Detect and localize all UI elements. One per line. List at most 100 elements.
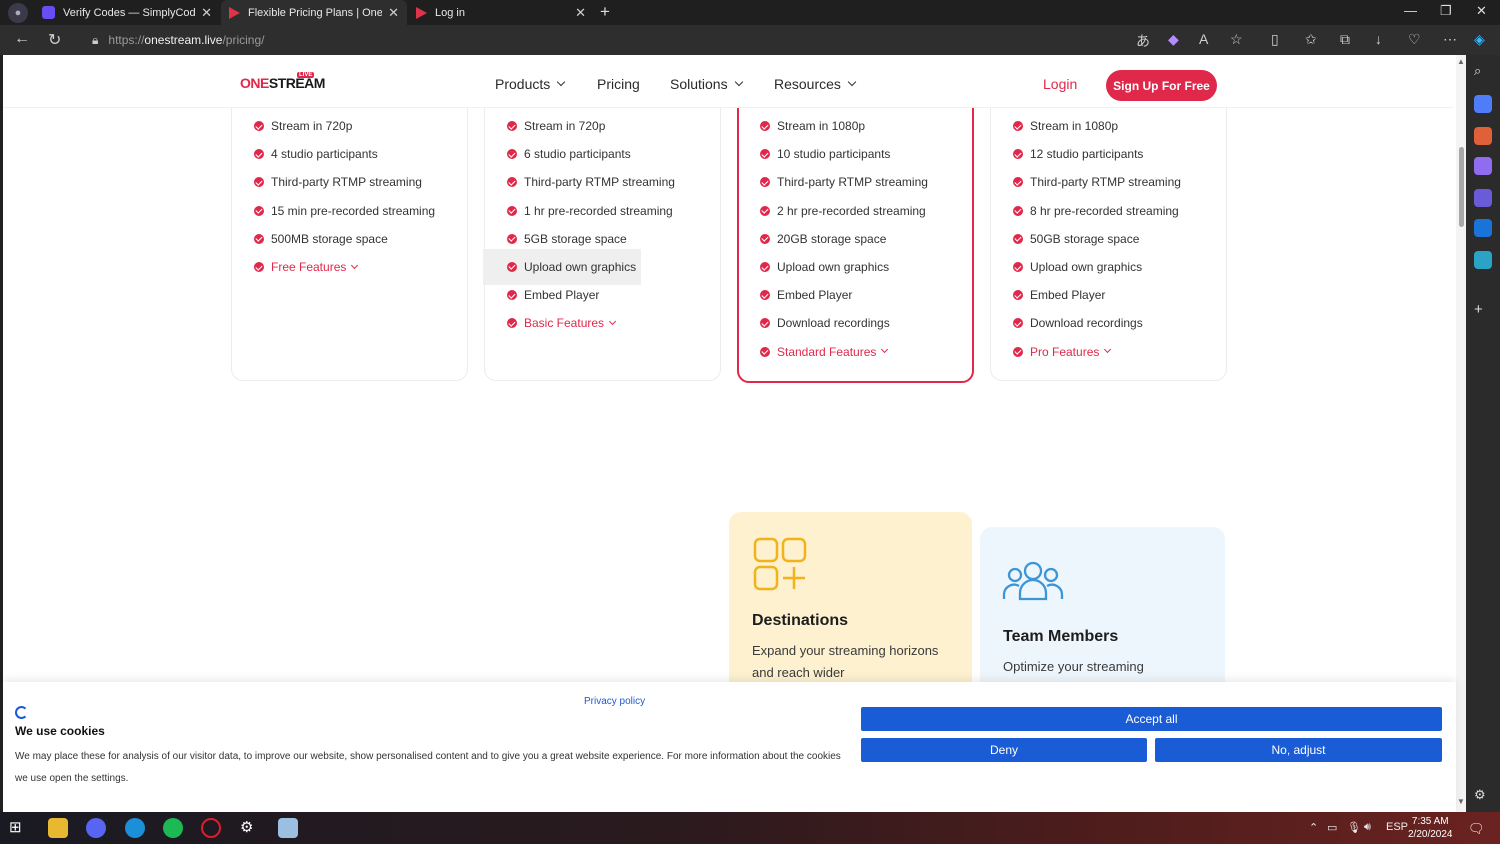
network-icon[interactable]: ▭ (1327, 821, 1337, 834)
nav-solutions[interactable]: Solutions (670, 76, 743, 92)
check-circle-icon (254, 121, 264, 132)
privacy-policy-link[interactable]: Privacy policy (584, 696, 645, 707)
restore-icon[interactable]: ❐ (1440, 3, 1452, 19)
favorite-star-icon[interactable]: ☆ (1230, 31, 1243, 48)
plan-feature-item: 10 studio participants (760, 140, 928, 168)
clock[interactable]: 7:35 AM 2/20/2024 (1408, 815, 1453, 841)
notifications-icon[interactable]: 🗨︎ (1468, 821, 1485, 837)
pricing-plan-card: Stream in 1080p 12 studio participants Thi… (990, 75, 1227, 381)
onestream-logo[interactable]: ONESTREAM LIVE (240, 72, 325, 99)
settings-icon[interactable]: ⚙ (240, 818, 260, 838)
plan-feature-item: Stream in 720p (254, 112, 435, 140)
plan-feature-item: Embed Player (1013, 281, 1181, 309)
profile-icon[interactable]: ● (8, 3, 28, 23)
sign-up-button[interactable]: Sign Up For Free (1106, 70, 1217, 101)
discord-icon[interactable] (86, 818, 106, 838)
browser-essentials-icon[interactable]: ♡ (1408, 31, 1421, 48)
plan-feature-item: Download recordings (760, 309, 928, 337)
tab-onestream-pricing[interactable]: Flexible Pricing Plans | OneStream ✕ (221, 0, 407, 25)
windows-start-icon[interactable]: ⊞ (9, 818, 29, 838)
check-circle-icon (1013, 346, 1023, 357)
close-tab-icon[interactable]: ✕ (575, 5, 586, 21)
plan-features-toggle[interactable]: Pro Features (1013, 338, 1181, 366)
games-icon[interactable] (1474, 157, 1492, 175)
plan-feature-item: 500MB storage space (254, 225, 435, 253)
more-menu-icon[interactable]: ⋯ (1443, 31, 1457, 48)
sidebar-settings-icon[interactable]: ⚙ (1474, 787, 1492, 805)
check-circle-icon (760, 318, 770, 329)
new-tab-button[interactable]: + (600, 2, 610, 22)
tools-icon[interactable] (1474, 127, 1492, 145)
nav-products[interactable]: Products (495, 76, 566, 92)
plan-feature-item: Embed Player (760, 281, 928, 309)
plan-feature-item: Upload own graphics (760, 253, 928, 281)
check-circle-icon (507, 121, 517, 132)
plan-features-toggle[interactable]: Basic Features (507, 309, 675, 337)
address-bar[interactable]: 🔒︎ https:// onestream.live /pricing/ (80, 28, 1260, 52)
nav-pricing[interactable]: Pricing (597, 76, 640, 92)
split-screen-icon[interactable]: ▯ (1271, 31, 1279, 48)
plan-feature-item: 15 min pre-recorded streaming (254, 197, 435, 225)
edge-icon[interactable] (125, 818, 145, 838)
plan-feature-item: Download recordings (1013, 309, 1181, 337)
read-aloud-icon[interactable]: A (1199, 31, 1208, 47)
check-circle-icon (760, 290, 770, 301)
page-scrollbar[interactable]: ▲ ▼ (1456, 55, 1466, 812)
check-circle-icon (760, 121, 770, 132)
check-circle-icon (254, 205, 264, 216)
adjust-button[interactable]: No, adjust (1155, 738, 1442, 762)
login-link[interactable]: Login (1043, 76, 1077, 92)
back-icon[interactable]: ← (14, 30, 30, 48)
volume-icon[interactable]: 🔊︎ (1364, 821, 1371, 834)
tab-login[interactable]: Log in ✕ (408, 0, 594, 25)
tray-overflow-icon[interactable]: ⌃ (1309, 821, 1318, 834)
check-circle-icon (507, 261, 517, 272)
scroll-down-icon[interactable]: ▼ (1457, 797, 1465, 806)
add-sidebar-app-icon[interactable]: + (1474, 301, 1492, 319)
downloads-icon[interactable]: ↓ (1375, 31, 1382, 47)
copilot-sidebar-icon[interactable] (1474, 189, 1492, 207)
plan-feature-item: Embed Player (507, 281, 675, 309)
edge-sidebar: ⌕ + ⚙ (1466, 55, 1500, 812)
collections-icon[interactable]: ⧉ (1340, 31, 1350, 48)
microphone-icon[interactable]: 🎙︎ (1347, 821, 1361, 834)
check-circle-icon (760, 233, 770, 244)
refresh-icon[interactable]: ↻ (48, 30, 61, 50)
scroll-up-icon[interactable]: ▲ (1457, 57, 1465, 66)
minimize-icon[interactable]: — (1404, 3, 1417, 18)
opera-icon[interactable] (201, 818, 221, 838)
team-members-title: Team Members (1003, 628, 1119, 645)
coupon-extension-icon[interactable]: ◆ (1168, 31, 1179, 48)
file-explorer-icon[interactable] (48, 818, 68, 838)
deny-button[interactable]: Deny (861, 738, 1147, 762)
pricing-plan-card: Stream in 1080p 10 studio participants Thi… (737, 74, 974, 383)
chevron-down-icon (609, 317, 617, 325)
browser-toolbar: ← ↻ 🔒︎ https:// onestream.live /pricing/… (0, 25, 1500, 55)
drop-icon[interactable] (1474, 251, 1492, 269)
plan-features-toggle[interactable]: Free Features (254, 253, 435, 281)
favorites-icon[interactable]: ✩ (1305, 31, 1317, 48)
copilot-icon[interactable]: ◈ (1474, 31, 1485, 48)
plan-feature-item: Third-party RTMP streaming (760, 168, 928, 196)
plan-features-toggle[interactable]: Standard Features (760, 338, 928, 366)
accept-all-button[interactable]: Accept all (861, 707, 1442, 731)
plan-feature-item: 6 studio participants (507, 140, 675, 168)
close-tab-icon[interactable]: ✕ (388, 5, 399, 21)
spotify-icon[interactable] (163, 818, 183, 838)
language-indicator[interactable]: ESP (1386, 821, 1408, 833)
shopping-icon[interactable] (1474, 95, 1492, 113)
browser-tab-bar: ● Verify Codes — SimplyCodes ✕ Flexible … (0, 0, 1500, 25)
outlook-icon[interactable] (1474, 219, 1492, 237)
notepad-icon[interactable] (278, 818, 298, 838)
close-tab-icon[interactable]: ✕ (201, 5, 212, 21)
chevron-down-icon (847, 77, 857, 87)
nav-resources[interactable]: Resources (774, 76, 857, 92)
check-circle-icon (507, 149, 517, 160)
check-circle-icon (507, 318, 517, 329)
plan-feature-item: 20GB storage space (760, 225, 928, 253)
translate-icon[interactable]: あ (1136, 31, 1150, 51)
tab-simplycodes[interactable]: Verify Codes — SimplyCodes ✕ (34, 0, 220, 25)
search-icon[interactable]: ⌕ (1474, 63, 1492, 81)
scrollbar-thumb[interactable] (1459, 147, 1464, 227)
close-window-icon[interactable]: ✕ (1476, 3, 1487, 19)
